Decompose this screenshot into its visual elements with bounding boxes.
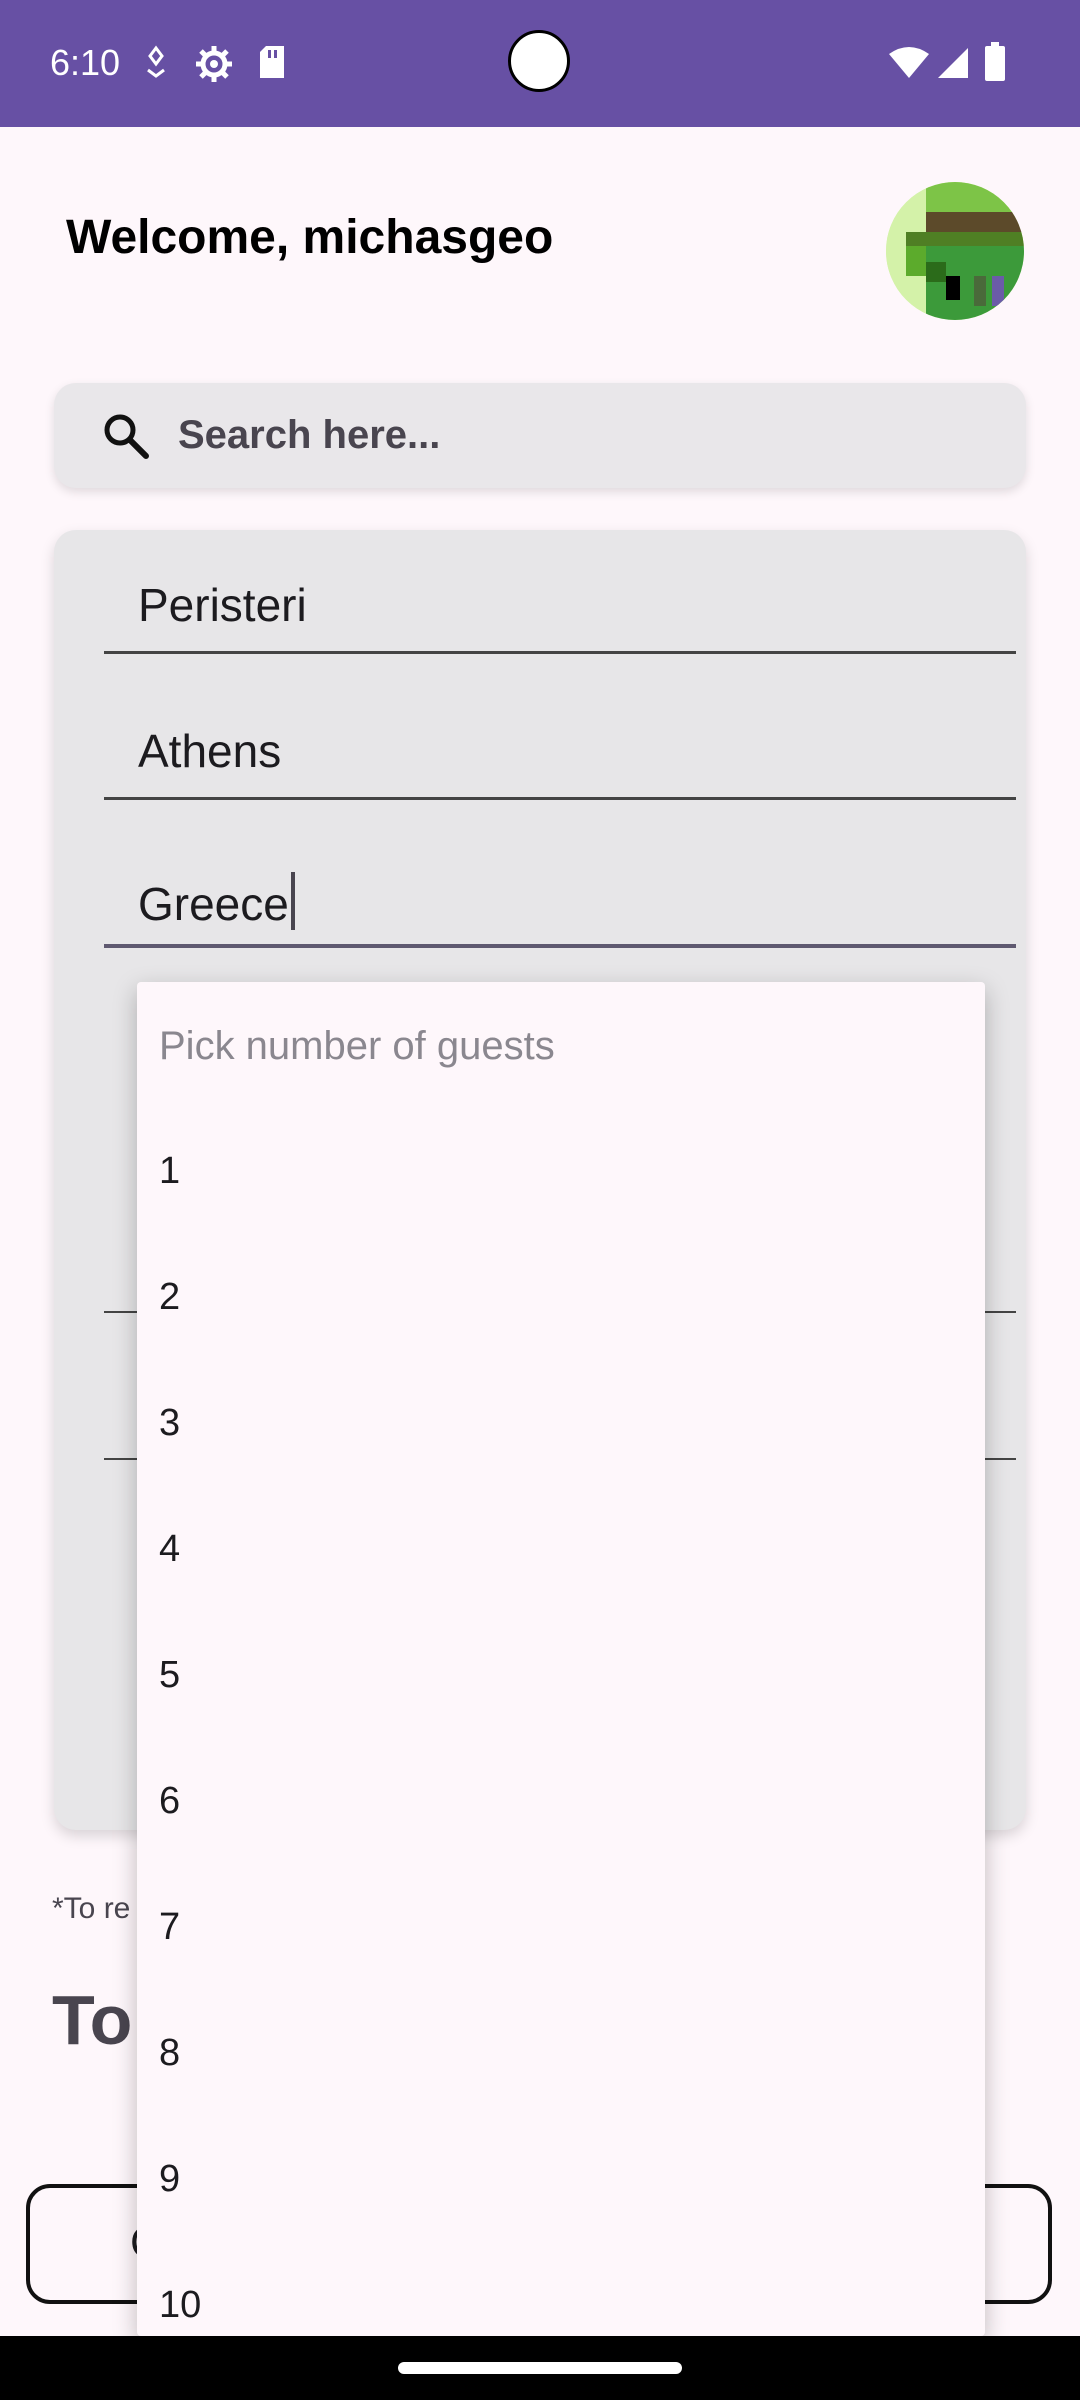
guests-option-2[interactable]: 2 xyxy=(159,1276,180,1319)
guests-option-6[interactable]: 6 xyxy=(159,1780,180,1823)
navigation-bar xyxy=(0,2336,1080,2400)
city-field[interactable]: Athens xyxy=(104,680,1016,800)
street-field[interactable]: Peristeri xyxy=(104,534,1016,654)
search-bar[interactable]: Search here... xyxy=(54,383,1026,488)
guests-option-1[interactable]: 1 xyxy=(159,1150,180,1193)
settings-icon xyxy=(196,46,232,82)
street-value: Peristeri xyxy=(138,579,307,631)
guests-option-9[interactable]: 9 xyxy=(159,2158,180,2201)
signal-icon xyxy=(938,48,968,78)
avatar-pixel-art xyxy=(886,182,1024,320)
guests-option-7[interactable]: 7 xyxy=(159,1906,180,1949)
avatar[interactable] xyxy=(886,182,1024,320)
guests-option-10[interactable]: 10 xyxy=(159,2284,201,2327)
search-icon xyxy=(104,414,149,459)
status-time: 6:10 xyxy=(50,42,121,83)
welcome-title: Welcome, michasgeo xyxy=(66,211,554,264)
home-gesture-handle[interactable] xyxy=(398,2362,682,2374)
section-heading: To xyxy=(52,1981,133,2059)
wifi-icon xyxy=(889,47,929,78)
sd-card-icon xyxy=(260,46,284,78)
city-underline xyxy=(104,797,1016,800)
location-icon xyxy=(147,45,165,78)
country-value: Greece xyxy=(138,878,289,930)
battery-icon xyxy=(985,42,1005,81)
front-camera xyxy=(508,30,570,92)
footnote-text: *To re xyxy=(52,1892,131,1925)
guests-option-5[interactable]: 5 xyxy=(159,1654,180,1697)
country-field[interactable]: Greece xyxy=(104,828,1016,948)
guests-option-3[interactable]: 3 xyxy=(159,1402,180,1445)
guests-option-4[interactable]: 4 xyxy=(159,1528,180,1571)
country-underline xyxy=(104,944,1016,948)
city-value: Athens xyxy=(138,725,282,777)
street-underline xyxy=(104,651,1016,654)
guests-dropdown-hint: Pick number of guests xyxy=(159,1024,555,1068)
search-placeholder: Search here... xyxy=(178,413,441,457)
status-bar: 6:10 xyxy=(0,0,1080,127)
guests-option-8[interactable]: 8 xyxy=(159,2032,180,2075)
guests-dropdown-menu[interactable]: Pick number of guests 1 2 3 4 5 6 7 8 9 … xyxy=(137,982,985,2336)
text-cursor xyxy=(290,872,295,930)
